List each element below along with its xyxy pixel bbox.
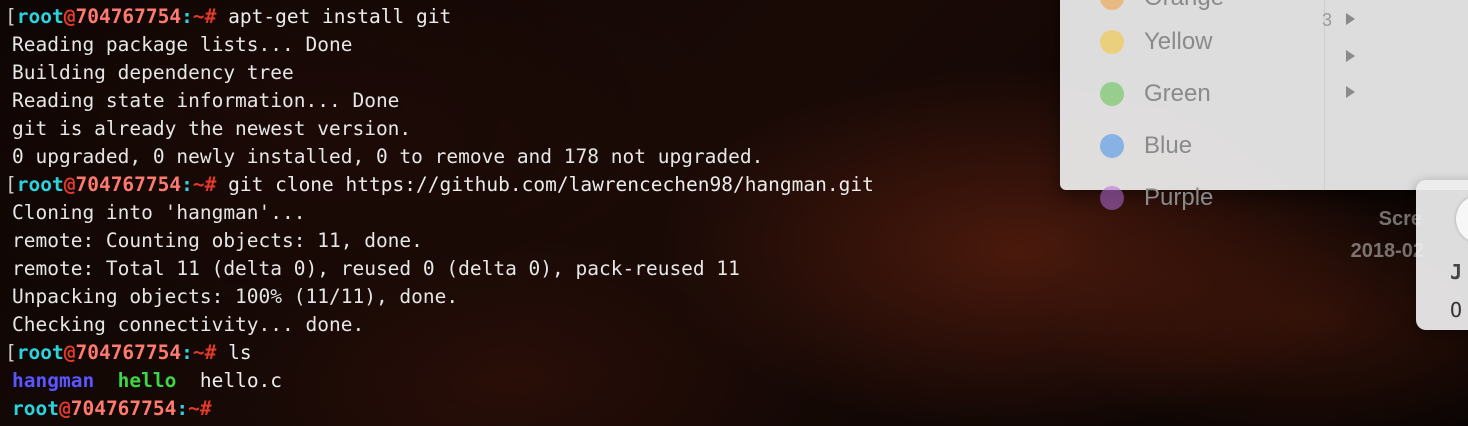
tag-menu-item[interactable]: Blue bbox=[1100, 128, 1192, 164]
output-line: remote: Total 11 (delta 0), reused 0 (de… bbox=[12, 257, 740, 280]
prompt-path: ~ bbox=[188, 397, 200, 420]
prompt-symbol: # bbox=[199, 397, 212, 420]
ls-entry-file: hello.c bbox=[199, 369, 283, 392]
prompt-colon: : bbox=[176, 397, 189, 420]
tag-color-dot-icon bbox=[1100, 30, 1124, 54]
tag-label: Green bbox=[1144, 80, 1211, 107]
output-line: git is already the newest version. bbox=[12, 117, 412, 140]
submenu-arrow-icon[interactable] bbox=[1346, 86, 1355, 98]
prompt-bracket: [ bbox=[5, 341, 17, 364]
desktop-file-date[interactable]: 2018-02 bbox=[1351, 240, 1424, 263]
output-line: Unpacking objects: 100% (11/11), done. bbox=[12, 285, 459, 308]
notification-title: J bbox=[1450, 260, 1463, 284]
tag-label: Orange bbox=[1144, 0, 1224, 12]
tag-color-dot-icon bbox=[1100, 0, 1124, 10]
prompt-user: root bbox=[16, 341, 64, 364]
prompt-at: @ bbox=[63, 173, 76, 196]
output-line: remote: Counting objects: 11, done. bbox=[12, 229, 423, 252]
tag-color-dot-icon bbox=[1100, 82, 1124, 106]
prompt-user: root bbox=[12, 397, 59, 420]
output-line: Building dependency tree bbox=[12, 61, 294, 84]
menu-partial-text: 3 bbox=[1322, 10, 1333, 30]
tags-menu: Orange Yellow Green Blue Purple bbox=[1060, 0, 1468, 211]
prompt-host: 704767754 bbox=[75, 341, 182, 364]
prompt-user: root bbox=[16, 173, 64, 196]
output-line: Reading package lists... Done bbox=[12, 33, 353, 56]
output-line: Reading state information... Done bbox=[12, 89, 400, 112]
output-line: 0 upgraded, 0 newly installed, 0 to remo… bbox=[12, 145, 764, 168]
tag-label: Yellow bbox=[1144, 28, 1213, 55]
command-text: git clone https://github.com/lawrenceche… bbox=[216, 173, 874, 196]
ls-entry-exec: hello bbox=[117, 369, 177, 392]
prompt-host: 704767754 bbox=[75, 173, 182, 196]
prompt-symbol: # bbox=[204, 341, 217, 364]
tag-label: Purple bbox=[1144, 184, 1214, 211]
prompt-at: @ bbox=[58, 397, 71, 420]
command-text: ls bbox=[216, 341, 252, 364]
tag-menu-item[interactable]: Purple bbox=[1100, 180, 1213, 216]
notification-body: O bbox=[1450, 298, 1463, 322]
prompt-colon: : bbox=[181, 341, 193, 364]
ls-output-line: hangman hello hello.c bbox=[12, 367, 282, 395]
prompt-line: [root@704767754:~# apt-get install git bbox=[5, 3, 451, 31]
output-line: Checking connectivity... done. bbox=[12, 313, 365, 336]
ls-entry-dir: hangman bbox=[12, 369, 95, 392]
submenu-arrow-icon[interactable] bbox=[1346, 13, 1355, 25]
submenu-arrow-icon[interactable] bbox=[1346, 50, 1355, 62]
output-line: Cloning into 'hangman'... bbox=[12, 201, 306, 224]
prompt-bracket: [ bbox=[5, 5, 17, 28]
prompt-path: ~ bbox=[192, 173, 205, 196]
terminal-window[interactable]: [root@704767754:~# apt-get install git Re… bbox=[0, 0, 1060, 426]
prompt-host: 704767754 bbox=[75, 5, 182, 28]
prompt-host: 704767754 bbox=[70, 397, 177, 420]
command-text: apt-get install git bbox=[216, 5, 452, 28]
tag-menu-item[interactable]: Green bbox=[1100, 76, 1211, 112]
prompt-path: ~ bbox=[192, 5, 205, 28]
prompt-line: root@704767754:~# bbox=[12, 395, 212, 423]
tag-label: Blue bbox=[1144, 132, 1193, 159]
prompt-symbol: # bbox=[204, 173, 217, 196]
prompt-path: ~ bbox=[192, 341, 205, 364]
prompt-bracket: [ bbox=[5, 173, 17, 196]
prompt-at: @ bbox=[63, 5, 76, 28]
prompt-line: [root@704767754:~# git clone https://git… bbox=[5, 171, 874, 199]
tag-color-dot-icon bbox=[1100, 134, 1124, 158]
prompt-symbol: # bbox=[204, 5, 217, 28]
tag-color-dot-icon bbox=[1100, 186, 1124, 210]
prompt-at: @ bbox=[63, 341, 76, 364]
tag-menu-item[interactable]: Orange bbox=[1100, 0, 1224, 16]
tag-menu-item[interactable]: Yellow bbox=[1100, 24, 1213, 60]
prompt-line: [root@704767754:~# ls bbox=[5, 339, 252, 367]
prompt-colon: : bbox=[181, 173, 193, 196]
prompt-colon: : bbox=[181, 5, 193, 28]
prompt-user: root bbox=[16, 5, 64, 28]
